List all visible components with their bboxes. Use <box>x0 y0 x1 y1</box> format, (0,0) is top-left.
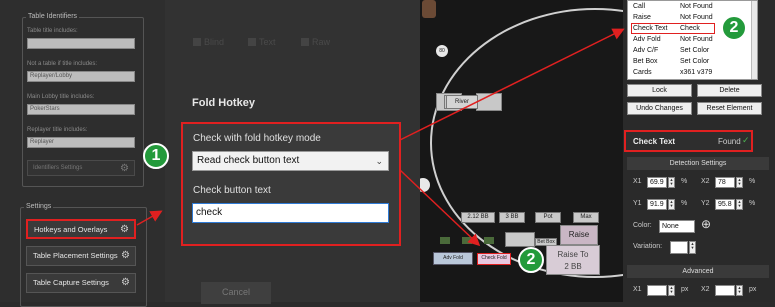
step-badge-1: 1 <box>143 143 169 169</box>
arrow-to-dialog <box>136 210 163 226</box>
arrow-to-check-fold <box>399 169 481 247</box>
step-badge-2: 2 <box>518 247 544 273</box>
annotation-arrows <box>136 28 625 247</box>
step-badge-2-right: 2 <box>721 15 747 41</box>
arrow-to-check-text <box>399 28 625 141</box>
